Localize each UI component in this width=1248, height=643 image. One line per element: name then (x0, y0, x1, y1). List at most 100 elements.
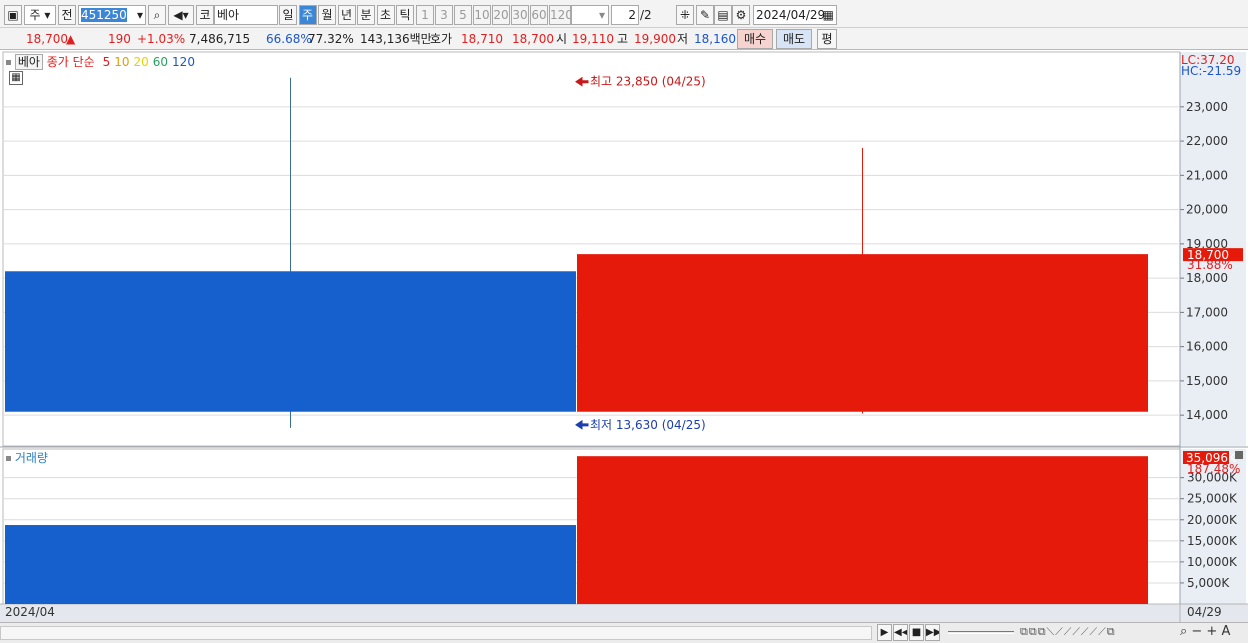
quote-change: 190 (108, 32, 131, 46)
period-button-2[interactable]: 월 (318, 5, 336, 25)
period-button-4[interactable]: 분 (357, 5, 375, 25)
legend-ma-20[interactable]: 20 (133, 55, 148, 69)
gear-icon[interactable]: ⚙ (732, 5, 750, 25)
interval-button-30[interactable]: 30 (511, 5, 529, 25)
play-icon[interactable]: ▶ (877, 624, 892, 641)
x-axis-left-label: 2024/04 (5, 605, 55, 619)
quote-ratio2: 77.32% (308, 32, 354, 46)
drawing-tools[interactable]: ⧉⧉⧉⟍⟋⟋⟋⟋⟋⟋⧉ (1020, 625, 1116, 639)
period-button-6[interactable]: 틱 (396, 5, 414, 25)
zoom-icon[interactable]: ⁜ (676, 5, 694, 25)
scroll-track[interactable] (0, 626, 872, 640)
legend-series[interactable]: 종가 단순 (47, 55, 95, 69)
candle-body (5, 271, 576, 412)
interval-select[interactable]: ▾ (571, 5, 609, 25)
speed-slider[interactable] (948, 631, 1014, 634)
volume-legend: 거래량 (6, 449, 48, 466)
fast-forward-icon[interactable]: ▶▶ (925, 624, 940, 641)
speaker-icon[interactable]: ◀▾ (168, 5, 194, 25)
svg-text:최고 23,850 (04/25): 최고 23,850 (04/25) (590, 75, 706, 89)
price-legend: 베아 종가 단순 5 10 20 60 120 (6, 53, 195, 70)
volume-tick-label: 15,000K (1187, 534, 1238, 548)
toolbar: ▣ 주 ▾ 전 451250 ▾ ⌕ ◀▾ 코 베아 일주월년분초틱 1 3 5 10 2… (0, 0, 1248, 28)
code-input[interactable]: 451250 ▾ (78, 5, 146, 25)
bid1: 18,710 (461, 32, 503, 46)
interval-button-20[interactable]: 20 (492, 5, 510, 25)
up-arrow-icon: ▲ (66, 32, 76, 46)
calendar-icon[interactable]: ▦ (823, 6, 834, 24)
date-field[interactable]: 2024/04/29 ▦ (753, 5, 837, 25)
quote-change-pct: +1.03% (137, 32, 186, 46)
period-button-0[interactable]: 일 (279, 5, 297, 25)
volume-bar (577, 456, 1148, 604)
price-tick-label: 14,000 (1186, 408, 1228, 422)
volume-tick-label: 20,000K (1187, 513, 1238, 527)
low-annotation: 최저 13,630 (04/25) (575, 418, 706, 432)
price-tick-label: 22,000 (1186, 134, 1228, 148)
sell-button[interactable]: 매도 (776, 29, 812, 49)
chart-window-icon[interactable]: ▣ (4, 5, 22, 25)
save-icon[interactable]: ▤ (714, 5, 732, 25)
close-icon[interactable] (1235, 451, 1243, 459)
quote-bar: 18,700 ▲ 190 +1.03% 7,486,715 66.68% 77.… (0, 28, 1248, 50)
quote-ratio1: 66.68% (266, 32, 312, 46)
interval-button-5[interactable]: 5 (454, 5, 472, 25)
price-tick-label: 21,000 (1186, 168, 1228, 182)
legend-ma-120[interactable]: 120 (172, 55, 195, 69)
grid-toggle-icon[interactable]: ▦ (9, 71, 23, 85)
rewind-icon[interactable]: ◀◀ (893, 624, 908, 641)
stock-name-field[interactable]: 베아 (214, 5, 278, 25)
interval-button-120[interactable]: 120 (549, 5, 571, 25)
period-button-5[interactable]: 초 (376, 5, 395, 25)
interval-button-10[interactable]: 10 (473, 5, 491, 25)
interval-button-60[interactable]: 60 (530, 5, 548, 25)
legend-stock-name[interactable]: 베아 (14, 54, 43, 70)
volume-tick-label: 10,000K (1187, 555, 1238, 569)
candle-body (577, 254, 1148, 412)
price-tick-label: 23,000 (1186, 100, 1228, 114)
x-axis-right-label: 04/29 (1187, 605, 1222, 619)
period-button-1[interactable]: 주 (298, 5, 317, 25)
bid-label: 호가 (430, 32, 453, 46)
volume-tick-label: 25,000K (1187, 492, 1238, 506)
zoom-controls[interactable]: ⌕ − + A (1180, 624, 1230, 639)
volume-title[interactable]: 거래량 (15, 451, 48, 465)
interval-button-1[interactable]: 1 (416, 5, 434, 25)
high-annotation: 최고 23,850 (04/25) (575, 75, 706, 89)
period-type-select[interactable]: 주 ▾ (24, 5, 56, 25)
status-bar: ▶ ◀◀ ■ ▶▶ ⧉⧉⧉⟍⟋⟋⟋⟋⟋⟋⧉ ⌕ − + A (0, 622, 1248, 643)
low-value: 18,160 (694, 32, 736, 46)
low-label: 저 (677, 32, 689, 46)
avg-button[interactable]: 평 (817, 29, 837, 49)
search-icon[interactable]: ⌕ (148, 5, 166, 25)
interval-button-3[interactable]: 3 (435, 5, 453, 25)
page-total: /2 (640, 8, 652, 22)
prev-button[interactable]: 전 (58, 5, 76, 25)
legend-ma-10[interactable]: 10 (114, 55, 129, 69)
high-value: 19,900 (634, 32, 676, 46)
x-axis-strip (0, 604, 1248, 623)
current-volume-tag: 35,096K 187.48% (1183, 451, 1240, 476)
quote-amount: 143,136백만 (360, 32, 432, 46)
legend-ma-5[interactable]: 5 (103, 55, 111, 69)
market-button[interactable]: 코 (196, 5, 214, 25)
chart-canvas[interactable]: 14,00015,00016,00017,00018,00019,00020,0… (0, 50, 1248, 623)
open-label: 시 (556, 32, 568, 46)
open-value: 19,110 (572, 32, 614, 46)
stop-icon[interactable]: ■ (909, 624, 924, 641)
bid2: 18,700 (512, 32, 554, 46)
buy-button[interactable]: 매수 (737, 29, 773, 49)
draw-tool-icon[interactable]: ✎ (696, 5, 714, 25)
volume-tick-label: 5,000K (1187, 576, 1230, 590)
price-tick-label: 20,000 (1186, 203, 1228, 217)
price-tick-label: 18,000 (1186, 271, 1228, 285)
svg-text:최저 13,630 (04/25): 최저 13,630 (04/25) (590, 418, 706, 432)
price-tick-label: 16,000 (1186, 340, 1228, 354)
quote-volume: 7,486,715 (189, 32, 251, 46)
price-tick-label: 17,000 (1186, 305, 1228, 319)
period-button-3[interactable]: 년 (337, 5, 356, 25)
high-label: 고 (617, 32, 629, 46)
page-input[interactable]: 2 (611, 5, 639, 25)
legend-square-icon (6, 456, 11, 461)
legend-ma-60[interactable]: 60 (153, 55, 168, 69)
